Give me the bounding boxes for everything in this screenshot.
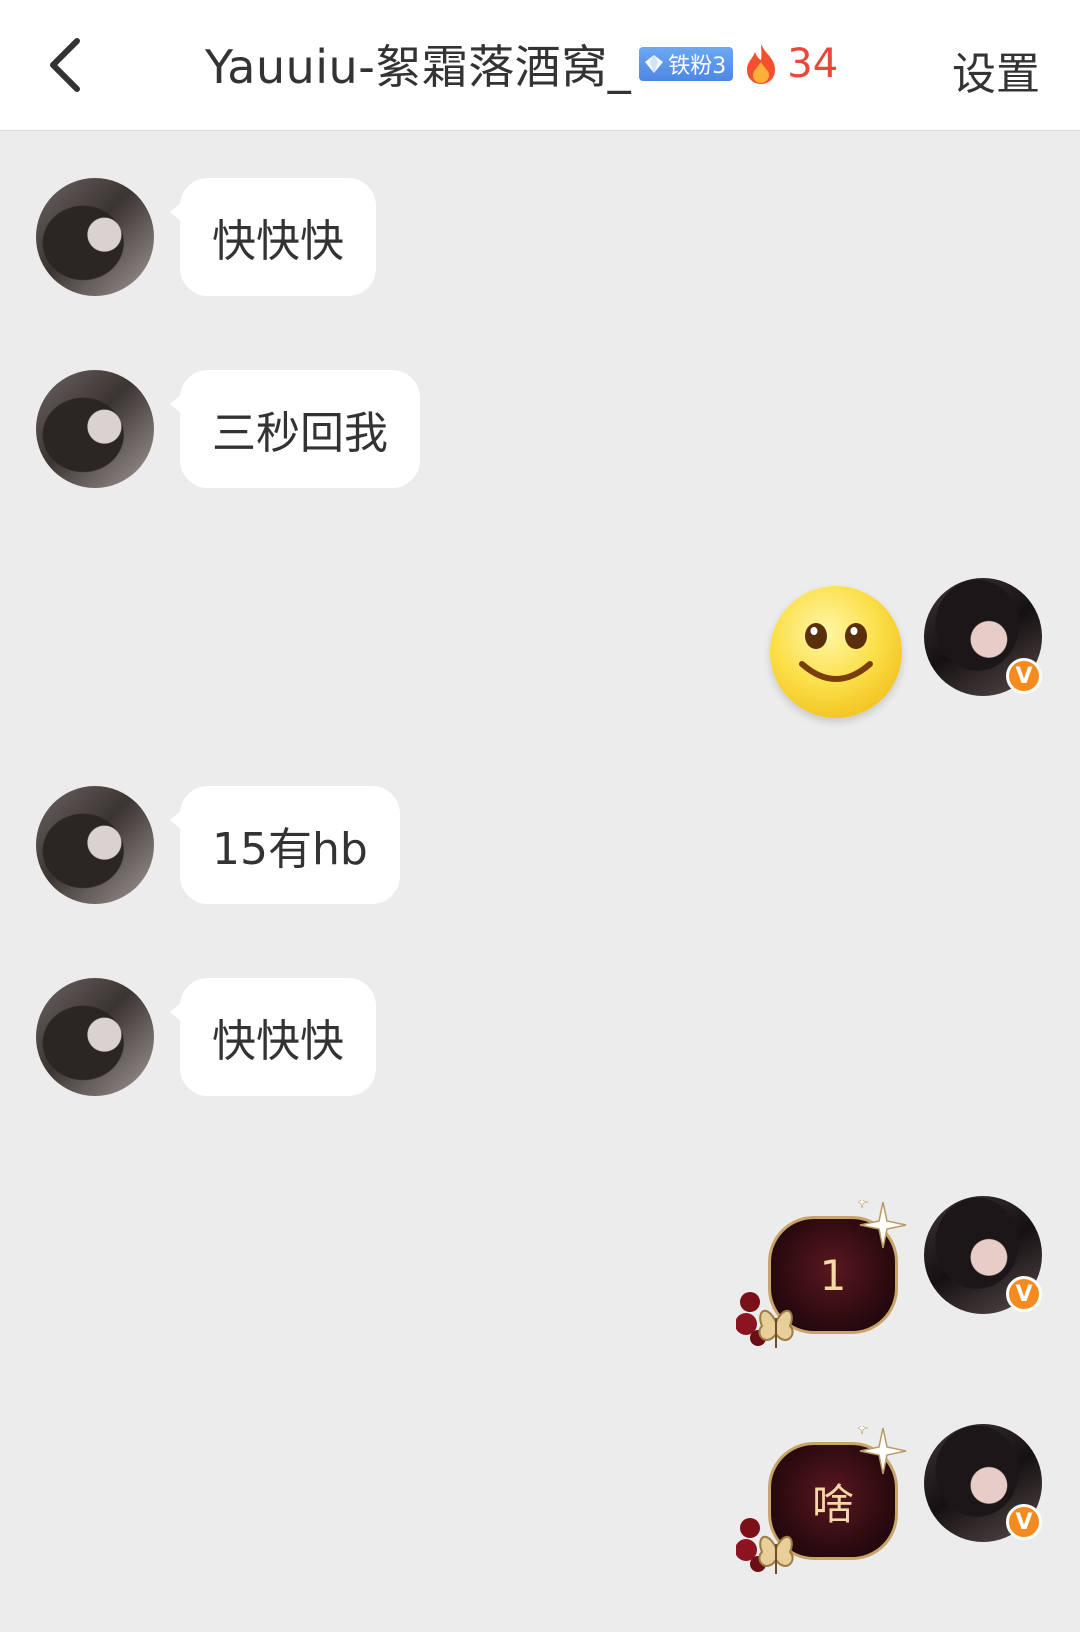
verified-v-icon: V xyxy=(1006,1276,1042,1312)
message-text: 三秒回我 xyxy=(212,408,388,459)
fan-level-badge: 铁粉3 xyxy=(639,47,734,81)
chat-title: Yauuiu-絮霜落酒窝_ xyxy=(205,40,632,94)
message-text: 快快快 xyxy=(212,216,344,267)
verified-v-icon: V xyxy=(1006,1504,1042,1540)
chat-title-group[interactable]: Yauuiu-絮霜落酒窝_ 铁粉3 34 xyxy=(205,28,838,100)
message-bubble[interactable]: 快快快 xyxy=(170,978,376,1096)
message-bubble[interactable]: 快快快 xyxy=(170,178,376,296)
smile-emoji[interactable] xyxy=(770,586,902,718)
sparkle-icon xyxy=(858,1426,907,1475)
header-bar: Yauuiu-絮霜落酒窝_ 铁粉3 34 设置 xyxy=(0,0,1080,131)
fan-badge-label: 铁粉3 xyxy=(668,54,727,79)
verified-v-icon: V xyxy=(1006,658,1042,694)
smile-emoji-icon xyxy=(799,623,873,682)
message-text: 15有hb xyxy=(212,824,368,875)
message-bubble[interactable]: 三秒回我 xyxy=(170,370,420,488)
contact-avatar[interactable] xyxy=(36,370,154,488)
message-bubble[interactable]: 15有hb xyxy=(170,786,400,904)
butterfly-rose-icon xyxy=(736,1518,794,1574)
back-button[interactable] xyxy=(30,30,100,100)
message-text: 1 xyxy=(819,1250,847,1300)
diamond-icon xyxy=(645,55,664,73)
contact-avatar[interactable] xyxy=(36,786,154,904)
butterfly-rose-icon xyxy=(736,1292,794,1348)
fire-icon xyxy=(747,44,776,84)
message-text: 啥 xyxy=(811,1479,854,1529)
sparkle-icon xyxy=(858,1200,907,1249)
settings-button[interactable]: 设置 xyxy=(952,38,1040,102)
contact-avatar[interactable] xyxy=(36,178,154,296)
back-chevron-icon xyxy=(50,38,80,92)
contact-avatar[interactable] xyxy=(36,978,154,1096)
message-text: 快快快 xyxy=(212,1016,344,1067)
fire-count: 34 xyxy=(787,41,839,87)
fire-streak: 34 xyxy=(743,41,838,87)
